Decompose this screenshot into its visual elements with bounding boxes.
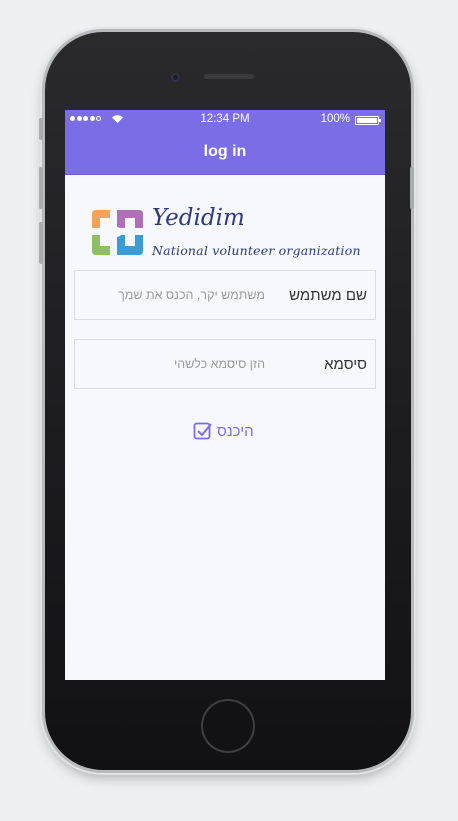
- speaker-grille: [204, 74, 254, 79]
- password-label: סיסמא: [324, 355, 367, 373]
- battery-percent: 100%: [320, 113, 350, 125]
- brand-subtitle: National volunteer organization: [152, 243, 361, 258]
- login-label: היכנס: [217, 422, 254, 440]
- camera-icon: [171, 73, 180, 82]
- volume-down-button: [39, 222, 43, 264]
- home-button[interactable]: [201, 699, 255, 753]
- navigation-bar: log in: [65, 130, 385, 175]
- checkbox-icon: [193, 422, 212, 440]
- password-input[interactable]: [75, 357, 269, 371]
- mute-switch: [39, 118, 43, 140]
- volume-up-button: [39, 167, 43, 209]
- power-button: [410, 167, 414, 209]
- login-button[interactable]: היכנס: [193, 421, 254, 441]
- username-field: שם משתמש: [74, 270, 376, 320]
- battery-icon: [355, 116, 381, 125]
- brand-name: Yedidim: [152, 205, 245, 231]
- status-bar: 12:34 PM 100%: [65, 110, 385, 130]
- yedidim-logo-icon: [92, 210, 143, 255]
- page-title: log in: [203, 143, 247, 160]
- username-input[interactable]: [75, 288, 269, 302]
- app-screen: 12:34 PM 100% log in Yedidim National vo…: [65, 110, 385, 680]
- username-label: שם משתמש: [289, 286, 367, 304]
- password-field: סיסמא: [74, 339, 376, 389]
